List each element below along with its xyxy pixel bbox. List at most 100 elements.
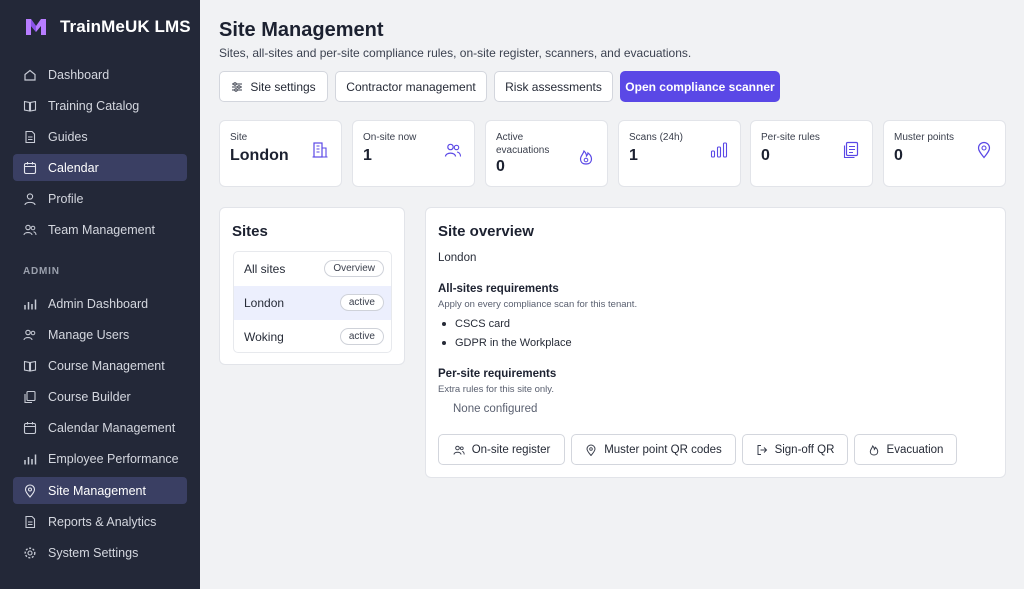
site-name: London bbox=[244, 296, 285, 310]
risk-assessments-button[interactable]: Risk assessments bbox=[494, 71, 613, 102]
contractor-management-button[interactable]: Contractor management bbox=[335, 71, 487, 102]
users-icon bbox=[444, 141, 462, 159]
document-icon bbox=[23, 130, 37, 144]
site-name: Woking bbox=[244, 330, 284, 344]
per-site-requirements-heading: Per-site requirements bbox=[438, 368, 557, 380]
brand-name: TrainMeUK LMS bbox=[60, 17, 191, 36]
sidebar-item-label: Calendar bbox=[48, 160, 99, 175]
sidebar-item-admin-dashboard[interactable]: Admin Dashboard bbox=[13, 290, 187, 317]
per-site-requirements-desc: Extra rules for this site only. bbox=[438, 384, 554, 395]
site-overview-card: Site overview London All-sites requireme… bbox=[425, 207, 1006, 478]
stat-card-per-site-rules: Per-site rules 0 bbox=[750, 120, 873, 187]
site-settings-label: Site settings bbox=[250, 79, 316, 94]
muster-point-qr-codes-button[interactable]: Muster point QR codes bbox=[571, 434, 736, 465]
gear-icon bbox=[23, 546, 37, 560]
brand[interactable]: TrainMeUK LMS bbox=[24, 15, 191, 39]
sidebar-item-guides[interactable]: Guides bbox=[13, 123, 187, 150]
status-badge: Overview bbox=[324, 260, 384, 277]
sidebar-item-site-management[interactable]: Site Management bbox=[13, 477, 187, 504]
sidebar-item-label: Team Management bbox=[48, 222, 156, 237]
overview-site-name: London bbox=[438, 252, 477, 264]
home-icon bbox=[23, 68, 37, 82]
map-pin-icon bbox=[975, 141, 993, 159]
sidebar-item-label: Course Management bbox=[48, 358, 165, 373]
stat-value: 0 bbox=[894, 147, 903, 164]
sidebar-item-label: System Settings bbox=[48, 545, 139, 560]
map-pin-icon bbox=[23, 483, 37, 498]
sidebar-item-label: Calendar Management bbox=[48, 420, 176, 435]
copy-icon bbox=[23, 390, 37, 404]
site-overview-title: Site overview bbox=[438, 223, 534, 240]
user-icon bbox=[23, 192, 37, 206]
sidebar-item-manage-users[interactable]: Manage Users bbox=[13, 321, 187, 348]
sidebar-item-system-settings[interactable]: System Settings bbox=[13, 539, 187, 566]
page-title: Site Management bbox=[219, 19, 384, 41]
site-settings-button[interactable]: Site settings bbox=[219, 71, 328, 102]
sidebar-item-calendar[interactable]: Calendar bbox=[13, 154, 187, 181]
clipboard-list-icon bbox=[842, 141, 860, 159]
sidebar-item-team-management[interactable]: Team Management bbox=[13, 216, 187, 243]
on-site-register-button[interactable]: On-site register bbox=[438, 434, 565, 465]
sign-off-qr-button[interactable]: Sign-off QR bbox=[742, 434, 848, 465]
stat-label: Active evacuations bbox=[496, 132, 550, 156]
calendar-icon bbox=[23, 421, 37, 435]
sign-off-qr-label: Sign-off QR bbox=[774, 443, 835, 456]
contractor-management-label: Contractor management bbox=[346, 79, 476, 94]
all-sites-requirements-heading: All-sites requirements bbox=[438, 283, 559, 295]
bar-chart-icon bbox=[710, 141, 728, 159]
sites-card-title: Sites bbox=[232, 223, 268, 240]
stat-value: 0 bbox=[761, 147, 770, 164]
sidebar: TrainMeUK LMS Dashboard Training Catalog… bbox=[0, 0, 200, 589]
muster-point-qr-codes-label: Muster point QR codes bbox=[604, 443, 722, 456]
stat-card-muster-points: Muster points 0 bbox=[883, 120, 1006, 187]
status-badge: active bbox=[339, 294, 384, 311]
open-compliance-scanner-label: Open compliance scanner bbox=[625, 79, 775, 94]
sidebar-item-reports-analytics[interactable]: Reports & Analytics bbox=[13, 508, 187, 535]
stat-card-active-evacuations: Active evacuations 0 bbox=[485, 120, 608, 187]
stat-label: Scans (24h) bbox=[629, 132, 683, 143]
site-name: All sites bbox=[244, 262, 286, 276]
admin-section-label: ADMIN bbox=[23, 266, 60, 277]
sites-list: All sites Overview London active Woking … bbox=[233, 251, 392, 353]
users-icon bbox=[23, 328, 37, 342]
requirement-item: CSCS card bbox=[442, 318, 510, 330]
all-sites-requirements-desc: Apply on every compliance scan for this … bbox=[438, 299, 638, 310]
sidebar-item-course-builder[interactable]: Course Builder bbox=[13, 383, 187, 410]
sidebar-item-calendar-management[interactable]: Calendar Management bbox=[13, 414, 187, 441]
stat-value: 1 bbox=[629, 147, 638, 164]
stat-label: On-site now bbox=[363, 132, 417, 143]
site-row-london[interactable]: London active bbox=[234, 286, 391, 320]
status-badge: active bbox=[339, 328, 384, 345]
stat-value: London bbox=[230, 147, 289, 164]
sidebar-item-label: Guides bbox=[48, 129, 88, 144]
users-icon bbox=[23, 223, 37, 237]
on-site-register-label: On-site register bbox=[471, 443, 551, 456]
stat-card-site: Site London bbox=[219, 120, 342, 187]
book-icon bbox=[23, 99, 37, 113]
main-content: Site Management Sites, all-sites and per… bbox=[200, 0, 1024, 589]
sidebar-item-label: Site Management bbox=[48, 483, 146, 498]
stat-value: 1 bbox=[363, 147, 372, 164]
sidebar-item-label: Manage Users bbox=[48, 327, 130, 342]
stat-value: 0 bbox=[496, 158, 505, 175]
site-row-woking[interactable]: Woking active bbox=[234, 320, 391, 352]
sidebar-item-training-catalog[interactable]: Training Catalog bbox=[13, 92, 187, 119]
stat-card-on-site-now: On-site now 1 bbox=[352, 120, 475, 187]
sidebar-item-label: Employee Performance bbox=[48, 451, 179, 466]
sidebar-item-label: Dashboard bbox=[48, 67, 110, 82]
sidebar-item-course-management[interactable]: Course Management bbox=[13, 352, 187, 379]
sidebar-item-dashboard[interactable]: Dashboard bbox=[13, 61, 187, 88]
evacuation-button[interactable]: Evacuation bbox=[854, 434, 957, 465]
sidebar-item-label: Training Catalog bbox=[48, 98, 140, 113]
sliders-icon bbox=[231, 81, 243, 93]
sidebar-item-profile[interactable]: Profile bbox=[13, 185, 187, 212]
open-compliance-scanner-button[interactable]: Open compliance scanner bbox=[620, 71, 780, 102]
brand-logo-icon bbox=[24, 15, 48, 39]
sidebar-item-label: Profile bbox=[48, 191, 84, 206]
site-row-all-sites[interactable]: All sites Overview bbox=[234, 252, 391, 286]
sidebar-item-employee-performance[interactable]: Employee Performance bbox=[13, 445, 187, 472]
sidebar-item-label: Reports & Analytics bbox=[48, 514, 157, 529]
sign-out-icon bbox=[756, 444, 768, 456]
bar-chart-icon bbox=[23, 297, 37, 311]
flame-icon bbox=[577, 148, 595, 166]
